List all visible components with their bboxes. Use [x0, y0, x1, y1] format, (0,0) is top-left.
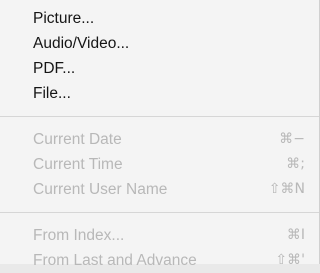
menu-item-audio-video[interactable]: Audio/Video... — [0, 31, 319, 56]
menu-item-label: Picture... — [33, 10, 95, 27]
menu-separator — [0, 212, 319, 213]
menu-item-label: Current Time — [33, 156, 123, 173]
menu-item-label: PDF... — [33, 60, 76, 77]
menu-item-current-date: Current Date ⌘− — [0, 127, 319, 152]
keyboard-shortcut: ⌘I — [286, 227, 305, 243]
keyboard-shortcut: ⇧⌘N — [268, 181, 305, 197]
menu-separator — [0, 116, 319, 117]
menu-item-label: From Index... — [33, 227, 125, 244]
insert-menu: Picture... Audio/Video... PDF... File...… — [0, 0, 320, 269]
menu-item-label: Current Date — [33, 131, 122, 148]
keyboard-shortcut: ⌘; — [286, 156, 305, 172]
menu-item-label: File... — [33, 85, 71, 102]
menu-item-label: Audio/Video... — [33, 35, 130, 52]
menu-item-current-user-name: Current User Name ⇧⌘N — [0, 177, 319, 202]
keyboard-shortcut: ⇧⌘' — [275, 252, 305, 268]
menu-item-label: Current User Name — [33, 181, 168, 198]
menu-item-picture[interactable]: Picture... — [0, 6, 319, 31]
menu-item-current-time: Current Time ⌘; — [0, 152, 319, 177]
menu-item-from-index: From Index... ⌘I — [0, 223, 319, 248]
menu-item-file[interactable]: File... — [0, 81, 319, 106]
menu-item-label: From Last and Advance — [33, 252, 197, 269]
menu-item-pdf[interactable]: PDF... — [0, 56, 319, 81]
menu-item-from-last-and-advance: From Last and Advance ⇧⌘' — [0, 248, 319, 273]
keyboard-shortcut: ⌘− — [279, 131, 305, 147]
